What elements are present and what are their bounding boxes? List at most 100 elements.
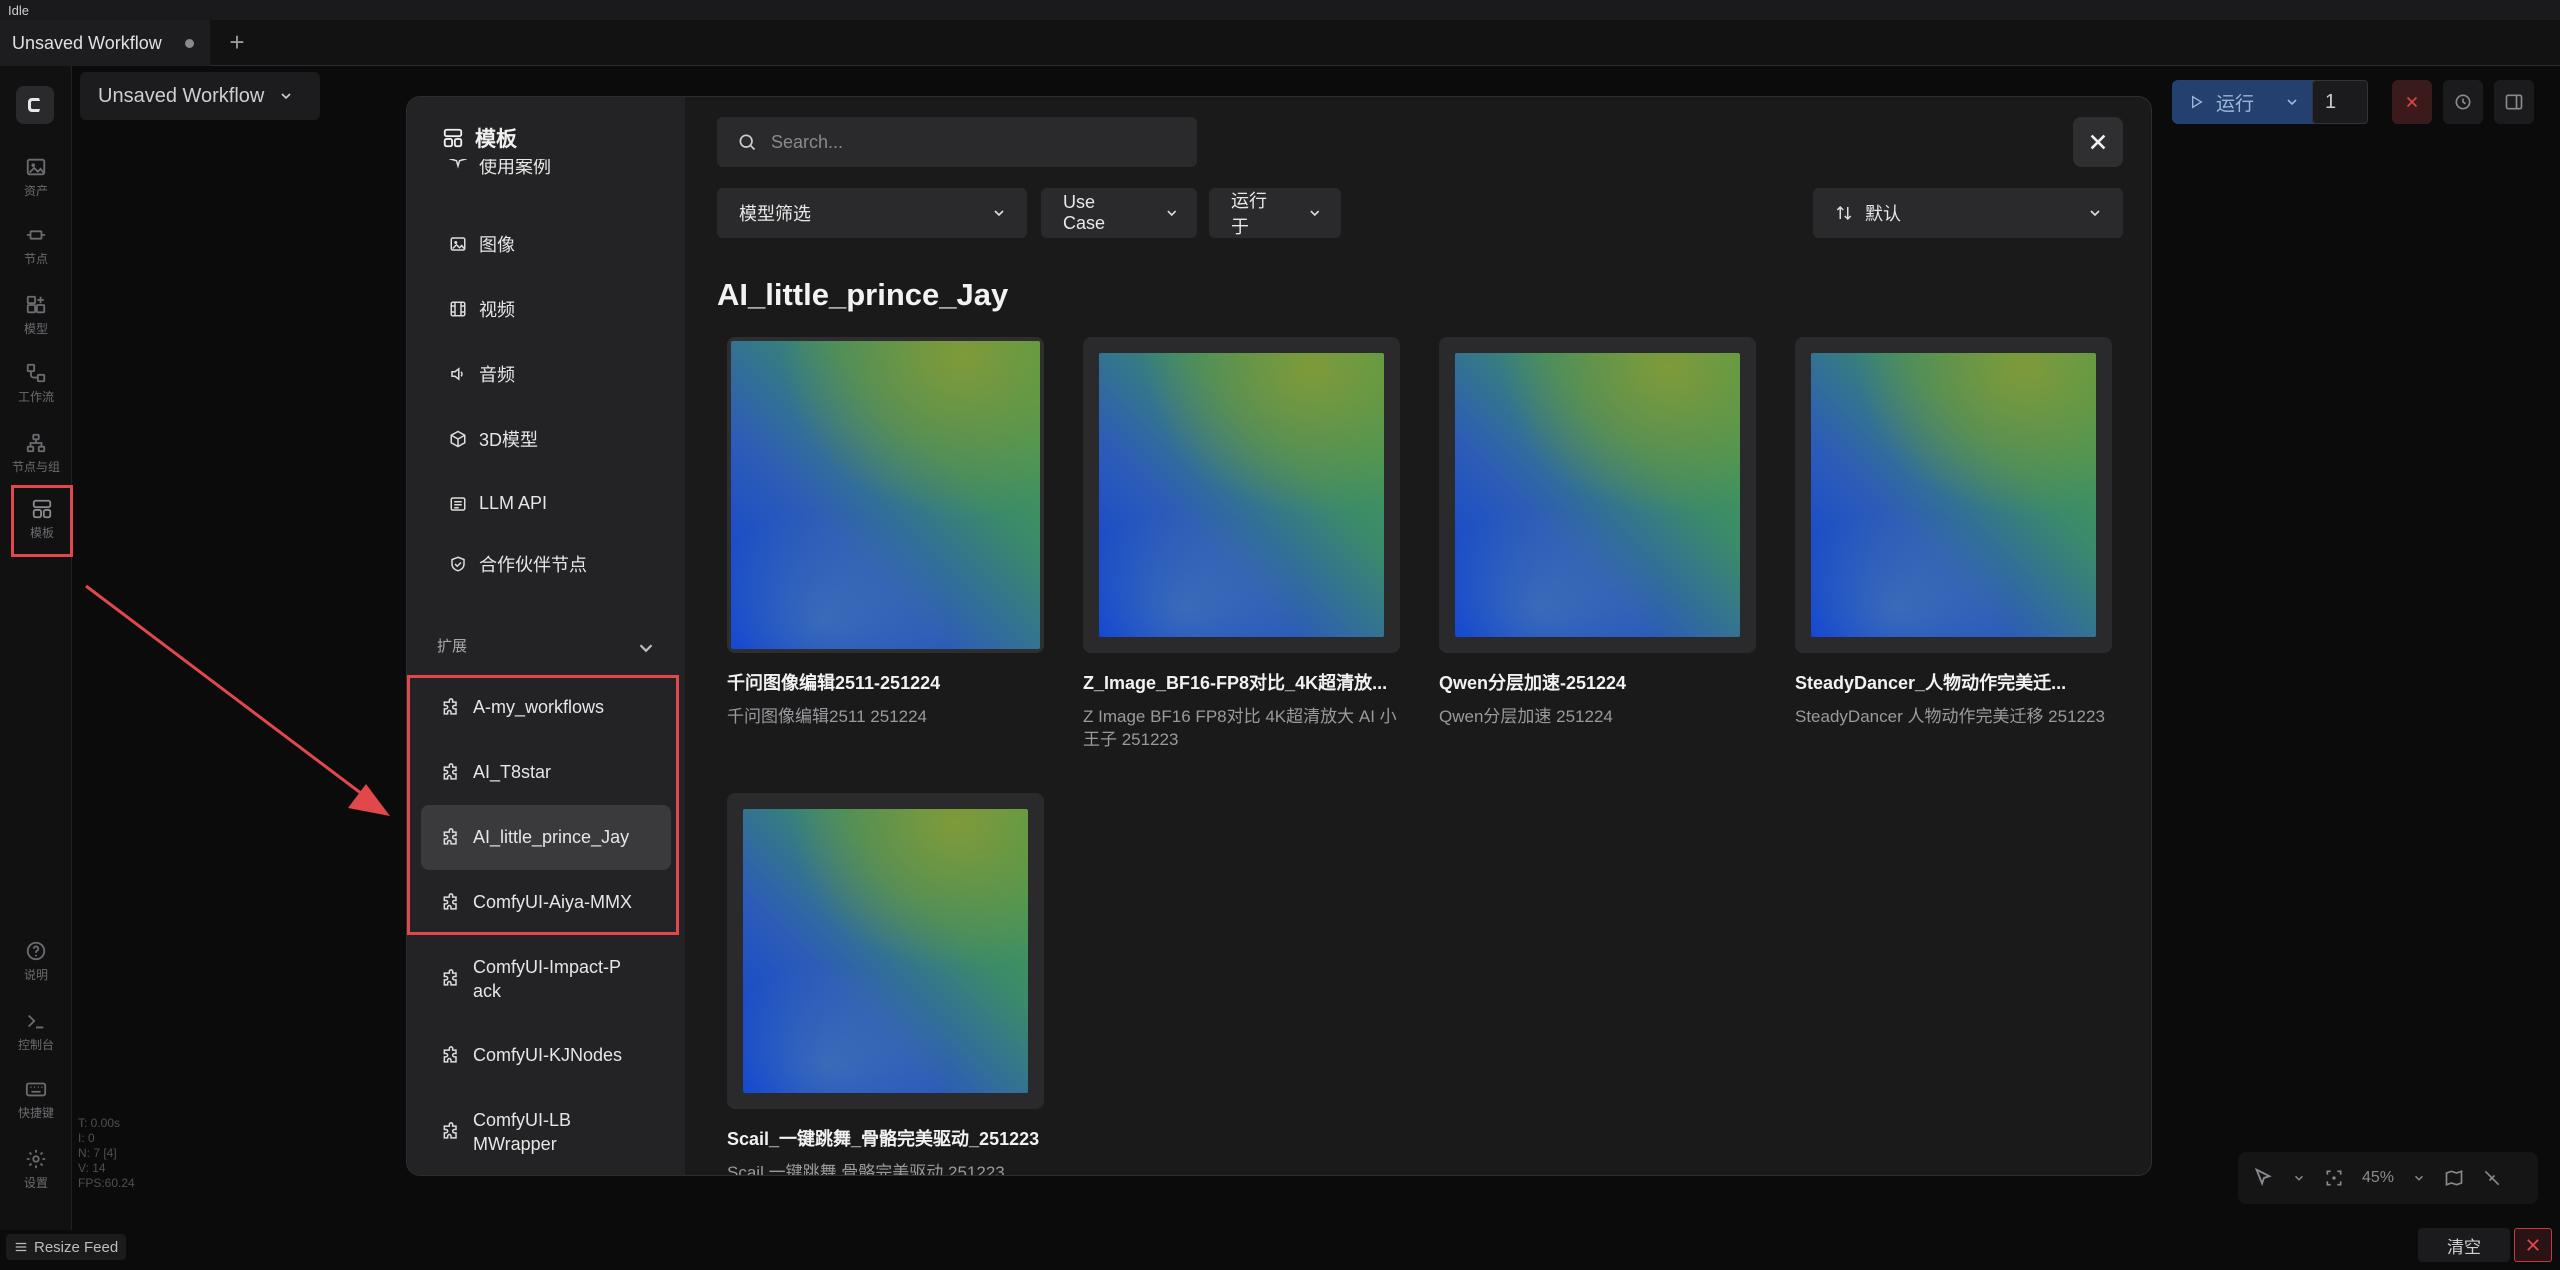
panel-toggle-button[interactable]: [2494, 80, 2534, 124]
template-thumbnail[interactable]: [727, 793, 1044, 1109]
new-tab-button[interactable]: +: [222, 28, 252, 58]
fit-view-icon[interactable]: [2324, 1168, 2344, 1188]
sparkle-icon: [449, 159, 467, 169]
sliders-icon: [15, 1242, 27, 1252]
tab-bar: Unsaved Workflow +: [0, 20, 2560, 66]
nav-item-video[interactable]: 视频: [421, 276, 671, 341]
search-icon: [739, 134, 756, 151]
nav-item-3d-model[interactable]: 3D模型: [421, 406, 671, 471]
rail-label: 工作流: [17, 390, 54, 404]
thumbnail-image: [1099, 353, 1384, 637]
rail-label: 模型: [23, 322, 48, 336]
template-thumbnail[interactable]: [727, 337, 1044, 653]
rail-item-console[interactable]: 控制台: [0, 1010, 72, 1053]
image-icon: [26, 158, 46, 176]
rail-item-shortcuts[interactable]: 快捷键: [0, 1078, 72, 1121]
puzzle-icon: [443, 1045, 457, 1063]
clear-button[interactable]: 清空: [2418, 1228, 2510, 1262]
workflow-name-menu[interactable]: Unsaved Workflow: [80, 72, 320, 120]
image-icon: [450, 236, 466, 251]
rail-item-node-groups[interactable]: 节点与组: [0, 432, 72, 475]
template-description: Z Image BF16 FP8对比 4K超清放大 AI 小王子 251223: [1083, 707, 1397, 749]
workflow-tab-label: Unsaved Workflow: [12, 32, 162, 53]
history-icon: [2455, 94, 2471, 110]
nav-item-use-cases[interactable]: 使用案例: [421, 159, 671, 211]
minimap-icon[interactable]: [2444, 1168, 2464, 1188]
template-description: Qwen分层加速 251224: [1439, 707, 1613, 726]
zoom-level[interactable]: 45%: [2362, 1169, 2394, 1187]
search-input[interactable]: Search...: [717, 117, 1197, 167]
template-thumbnail[interactable]: [1083, 337, 1400, 653]
comfy-logo-icon[interactable]: [16, 86, 54, 124]
extension-item[interactable]: ComfyUI-LBMWrapper: [421, 1088, 671, 1175]
rail-item-help[interactable]: 说明: [0, 940, 72, 983]
dialog-title: 模板: [441, 123, 517, 153]
nav-item-llm-api[interactable]: LLM API: [421, 471, 671, 536]
rail-item-settings[interactable]: 设置: [0, 1148, 72, 1191]
close-dialog-button[interactable]: [2073, 117, 2123, 167]
rail-item-workflows[interactable]: 工作流: [0, 362, 72, 405]
nav-item-partner-nodes[interactable]: 合作伙伴节点: [421, 536, 671, 592]
unsaved-dot-icon: [185, 38, 194, 48]
template-thumbnail[interactable]: [1795, 337, 2112, 653]
canvas-tools: 45%: [2238, 1152, 2538, 1204]
template-thumbnail[interactable]: [1439, 337, 1756, 653]
category-list: 使用案例 图像 视频 音频 3D模型 LLM API 合作伙伴节点: [421, 159, 671, 592]
template-card[interactable]: Qwen分层加速-251224 Qwen分层加速 251224: [1439, 337, 1764, 728]
nav-label: 图像: [479, 234, 515, 255]
template-title: 千问图像编辑2511-251224: [727, 673, 941, 693]
runs-on-dropdown[interactable]: 运行于: [1209, 188, 1341, 238]
template-description: 千问图像编辑2511 251224: [727, 707, 928, 726]
rail-item-models[interactable]: 模型: [0, 294, 72, 337]
thumbnail-image: [731, 341, 1040, 649]
nav-label: 音频: [479, 364, 515, 385]
chevron-down-icon[interactable]: [635, 637, 657, 659]
extension-item[interactable]: ComfyUI-Impact-Pack: [421, 935, 671, 1023]
rail-label: 节点与组: [11, 460, 60, 474]
template-card[interactable]: Z_Image_BF16-FP8对比_4K超清放... Z Image BF16…: [1083, 337, 1408, 751]
template-card[interactable]: SteadyDancer_人物动作完美迁... SteadyDancer 人物动…: [1795, 337, 2120, 728]
hud-line: I: 0: [78, 1131, 95, 1145]
template-card[interactable]: Scail_一键跳舞_骨骼完美驱动_251223 Scail 一键跳舞 骨骼完美…: [727, 793, 1052, 1175]
resize-feed-button[interactable]: Resize Feed: [6, 1234, 127, 1260]
template-sidebar: 模板 使用案例 图像 视频 音频 3D模型 LLM API 合作伙伴节点 扩展 …: [407, 97, 685, 1175]
stop-button[interactable]: [2392, 80, 2432, 124]
template-dialog: 模板 使用案例 图像 视频 音频 3D模型 LLM API 合作伙伴节点 扩展 …: [406, 96, 2152, 1176]
rail-item-templates[interactable]: 模板: [11, 485, 73, 557]
close-panel-button[interactable]: [2514, 1228, 2552, 1262]
thumbnail-image: [743, 809, 1028, 1093]
rail-label: 模板: [29, 526, 54, 540]
model-filter-dropdown[interactable]: 模型筛选: [717, 188, 1027, 238]
rail-item-assets[interactable]: 资产: [0, 156, 72, 199]
terminal-icon: [28, 1014, 44, 1029]
node-icon: [26, 230, 46, 240]
rail-item-nodes[interactable]: 节点: [0, 224, 72, 267]
extension-item[interactable]: ComfyUI-KJNodes: [421, 1023, 671, 1088]
filter-label: Use Case: [1063, 192, 1106, 233]
thumbnail-image: [1811, 353, 2096, 637]
search-placeholder: Search...: [771, 131, 844, 152]
nav-item-audio[interactable]: 音频: [421, 341, 671, 406]
use-case-dropdown[interactable]: Use Case: [1041, 188, 1197, 238]
link-off-icon[interactable]: [2482, 1168, 2502, 1188]
nav-item-image[interactable]: 图像: [421, 211, 671, 276]
pointer-icon[interactable]: [2252, 1167, 2274, 1189]
run-count-input[interactable]: 1: [2312, 80, 2368, 124]
status-text: Idle: [8, 3, 29, 18]
chevron-down-icon: [281, 93, 291, 100]
workflow-tab[interactable]: Unsaved Workflow: [0, 20, 210, 66]
api-icon: [450, 496, 466, 511]
chevron-down-icon[interactable]: [2292, 1171, 2306, 1185]
close-icon: [2527, 1239, 2539, 1251]
filter-label: 模型筛选: [739, 204, 811, 224]
sort-dropdown[interactable]: 默认: [1813, 188, 2123, 238]
sort-icon: [1836, 205, 1852, 221]
workflow-icon: [26, 363, 46, 383]
template-title: Qwen分层加速-251224: [1439, 673, 1627, 693]
handshake-icon: [451, 556, 465, 572]
template-card[interactable]: 千问图像编辑2511-251224 千问图像编辑2511 251224: [727, 337, 1052, 728]
history-button[interactable]: [2443, 80, 2483, 124]
sidebar-icon: [2505, 94, 2523, 110]
template-title: SteadyDancer_人物动作完美迁...: [1795, 673, 2067, 693]
chevron-down-icon[interactable]: [2412, 1171, 2426, 1185]
